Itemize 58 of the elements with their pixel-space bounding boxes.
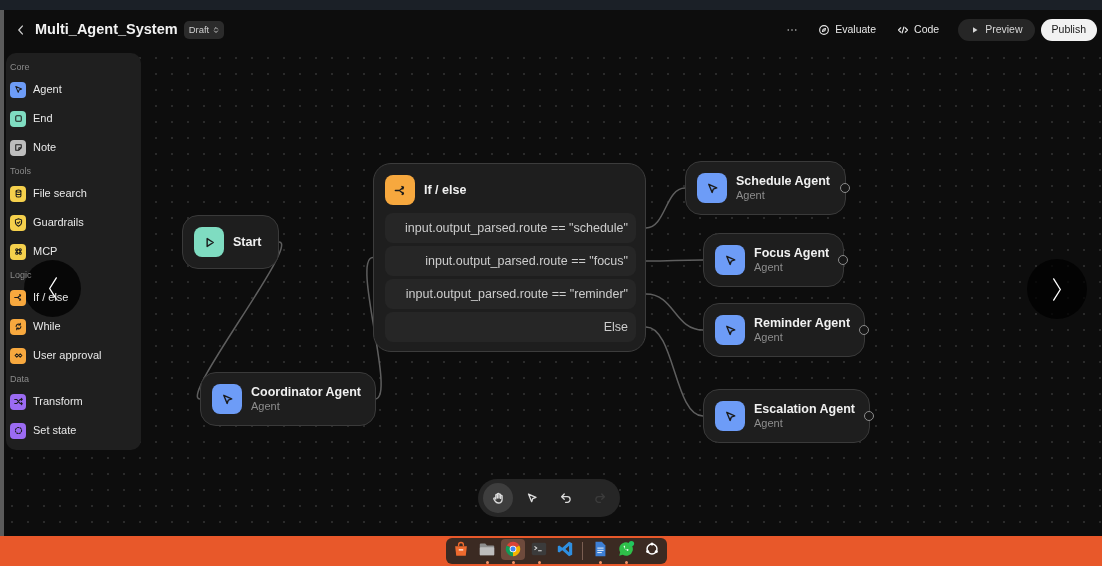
node-title: Escalation Agent (754, 402, 855, 417)
condition-row: input.output_parsed.route == "schedule" (385, 213, 636, 243)
agent-node[interactable]: Reminder Agent Agent (703, 303, 866, 357)
palette-item[interactable]: User approval (10, 347, 102, 364)
chat-bubble-icon (617, 540, 635, 558)
bag-icon (452, 540, 470, 558)
node-title: Focus Agent (754, 246, 830, 261)
palette-item[interactable]: While (10, 318, 61, 335)
connector-line (645, 187, 686, 229)
palette-item[interactable]: Agent (10, 81, 62, 98)
node-title: If / else (424, 181, 467, 199)
connection-handle[interactable] (859, 325, 870, 335)
palette-item[interactable]: End (10, 110, 53, 127)
condition-row: input.output_parsed.route == "reminder" (385, 279, 636, 309)
node-subtitle: Agent (251, 400, 281, 413)
palette-section-title: Core (10, 61, 30, 74)
node-subtitle: Agent (754, 261, 784, 274)
status-dropdown[interactable]: Draft (183, 21, 225, 39)
dock-app-button[interactable] (501, 538, 525, 560)
hand-tool-button[interactable] (483, 483, 513, 513)
page-title: Multi_Agent_System (35, 20, 178, 40)
condition-row: Else (385, 312, 636, 342)
node-title: Schedule Agent (736, 174, 830, 189)
compass-icon (818, 24, 831, 36)
agent-node[interactable]: Focus Agent Agent (703, 233, 845, 287)
condition-node[interactable]: If / else input.output_parsed.route == "schedule" input.output_parsed.route == "focus" input.output_parsed.route == "reminder" Else (373, 163, 646, 352)
start-node[interactable]: Start (182, 215, 279, 269)
preview-button[interactable]: Preview (958, 19, 1035, 41)
connection-handle[interactable] (863, 411, 874, 421)
palette-item[interactable]: Guardrails (10, 214, 84, 231)
connection-handle[interactable] (840, 183, 850, 193)
ring-icon (643, 540, 661, 558)
node-title: Reminder Agent (754, 316, 851, 331)
condition-row: input.output_parsed.route == "focus" (385, 246, 636, 276)
ribbon-icon (556, 540, 574, 558)
node-subtitle: Agent (754, 417, 784, 430)
circle-segments-icon (504, 540, 522, 558)
publish-button[interactable]: Publish (1040, 19, 1097, 41)
terminal-icon (530, 540, 548, 558)
code-button[interactable]: Code (897, 22, 940, 38)
node-title: Start (233, 234, 262, 250)
palette-item[interactable]: MCP (10, 243, 58, 260)
code-brackets-icon (897, 24, 910, 36)
evaluate-button[interactable]: Evaluate (818, 22, 877, 38)
node-subtitle: Agent (736, 189, 766, 202)
palette-section-title: Data (10, 373, 29, 386)
palette-item[interactable]: Note (10, 139, 57, 156)
agent-node[interactable]: Coordinator Agent Agent (200, 372, 376, 426)
palette-item[interactable]: File search (10, 185, 87, 202)
play-icon (971, 26, 980, 34)
node-subtitle: Agent (754, 331, 784, 344)
node-title: Coordinator Agent (251, 385, 361, 400)
palette-section-title: Logic (10, 269, 32, 282)
palette-section-title: Tools (10, 165, 31, 178)
connector-line (645, 259, 704, 262)
palette-item[interactable]: Transform (10, 393, 83, 410)
palette-item[interactable]: Set state (10, 422, 77, 439)
connection-handle[interactable] (838, 255, 849, 265)
